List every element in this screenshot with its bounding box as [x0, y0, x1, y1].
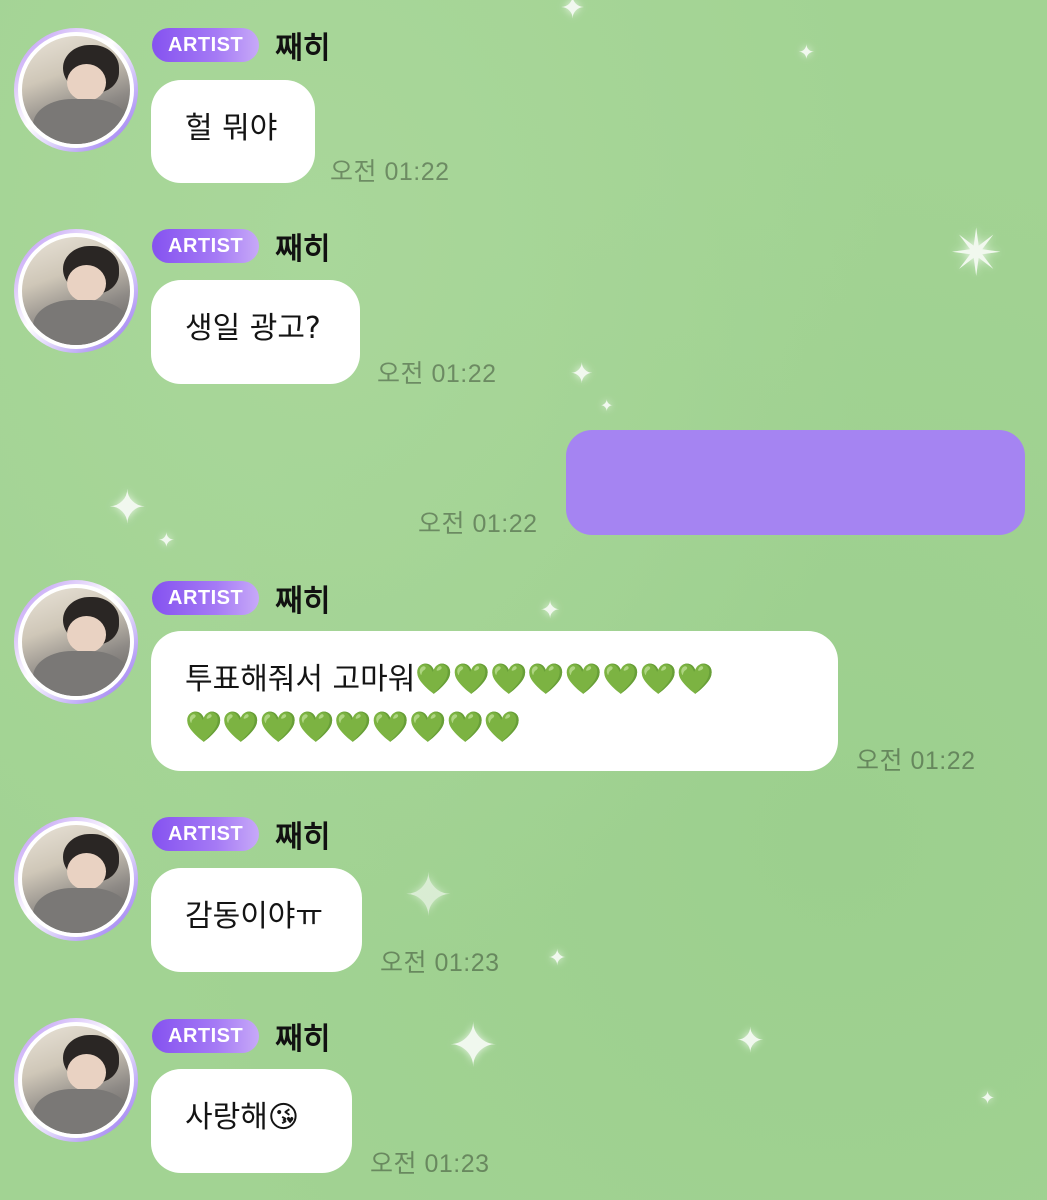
message-bubble[interactable]: 감동이야ㅠ — [151, 868, 362, 972]
avatar-photo — [18, 821, 134, 937]
avatar-photo — [18, 1022, 134, 1138]
avatar[interactable] — [14, 229, 138, 353]
message-text: 사랑해😘 — [185, 1100, 300, 1135]
sender-name[interactable]: 째히 — [275, 1014, 330, 1058]
artist-badge: ARTIST — [152, 1019, 260, 1053]
avatar-photo — [18, 32, 134, 148]
message-timestamp: 오전 01:23 — [380, 949, 500, 977]
sparkle-decoration: ✦ — [540, 596, 561, 624]
message-bubble[interactable]: 투표해줘서 고마워💚💚💚💚💚💚💚💚 💚💚💚💚💚💚💚💚💚 — [151, 631, 838, 771]
avatar-photo — [18, 233, 134, 349]
artist-badge: ARTIST — [152, 28, 260, 62]
my-message-bubble[interactable] — [566, 430, 1025, 535]
message-bubble[interactable]: 헐 뭐야 — [151, 80, 315, 183]
message-timestamp: 오전 01:23 — [370, 1150, 490, 1178]
sender-name[interactable]: 째히 — [275, 23, 330, 67]
message-bubble[interactable]: 사랑해😘 — [151, 1069, 352, 1173]
sparkle-decoration: ✦ — [798, 40, 815, 64]
sender-name[interactable]: 째히 — [275, 812, 330, 856]
sender-row: ARTIST 째히 — [152, 576, 330, 620]
artist-badge: ARTIST — [152, 229, 260, 263]
artist-badge: ARTIST — [152, 581, 260, 615]
sparkle-decoration: ✴ — [950, 217, 1004, 291]
message-timestamp: 오전 01:22 — [377, 360, 497, 388]
sender-name[interactable]: 째히 — [275, 576, 330, 620]
avatar[interactable] — [14, 28, 138, 152]
avatar[interactable] — [14, 817, 138, 941]
sender-name[interactable]: 째히 — [275, 224, 330, 268]
sparkle-decoration: ✦ — [108, 480, 147, 534]
sparkle-decoration: ✦ — [570, 357, 594, 390]
artist-badge: ARTIST — [152, 817, 260, 851]
sparkle-decoration: ✦ — [548, 946, 567, 971]
message-text-line: 투표해줘서 고마워💚💚💚💚💚💚💚💚 — [185, 662, 715, 697]
sparkle-decoration: ✦ — [980, 1088, 996, 1109]
sender-row: ARTIST 째히 — [152, 812, 330, 856]
sparkle-decoration: ✦ — [736, 1021, 765, 1061]
message-text: 생일 광고? — [185, 311, 321, 346]
sender-row: ARTIST 째히 — [152, 23, 330, 67]
message-text: 헐 뭐야 — [185, 111, 278, 146]
message-timestamp: 오전 01:22 — [330, 158, 450, 186]
message-text: 감동이야ㅠ — [185, 899, 323, 934]
message-text-line: 💚💚💚💚💚💚💚💚💚 — [185, 710, 522, 745]
sparkle-decoration: ✦ — [600, 396, 614, 415]
sender-row: ARTIST 째히 — [152, 224, 330, 268]
avatar-photo — [18, 584, 134, 700]
sparkle-decoration: ✦ — [158, 528, 175, 552]
sender-row: ARTIST 째히 — [152, 1014, 330, 1058]
avatar[interactable] — [14, 580, 138, 704]
message-bubble[interactable]: 생일 광고? — [151, 280, 360, 384]
sparkle-decoration: ✦ — [448, 1011, 499, 1081]
avatar[interactable] — [14, 1018, 138, 1142]
message-timestamp: 오전 01:22 — [418, 510, 538, 538]
sparkle-decoration: ✦ — [560, 0, 586, 26]
sparkle-decoration: ✦ — [404, 861, 453, 929]
message-timestamp: 오전 01:22 — [856, 747, 976, 775]
